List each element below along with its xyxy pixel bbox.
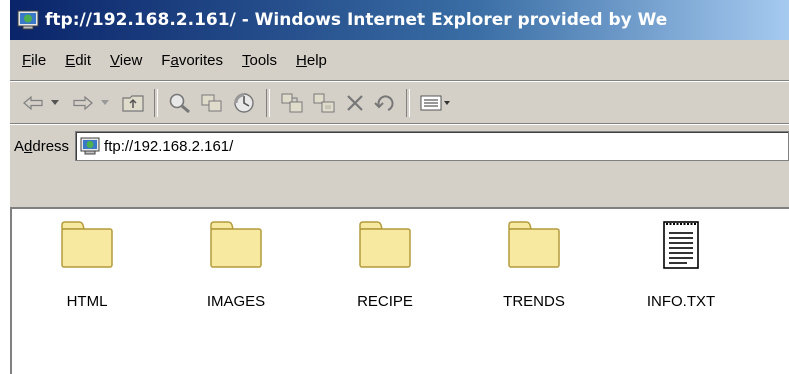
back-dropdown-icon — [51, 100, 59, 105]
title-bar[interactable]: ftp://192.168.2.161/ - Windows Internet … — [10, 0, 789, 40]
text-file-icon — [663, 221, 699, 269]
menu-edit[interactable]: Edit — [65, 52, 91, 69]
menu-help[interactable]: Help — [296, 52, 327, 69]
forward-icon — [73, 95, 93, 111]
folder-item-recipe[interactable]: RECIPE — [330, 219, 440, 310]
back-icon — [23, 95, 43, 111]
forward-dropdown[interactable] — [98, 88, 112, 118]
file-name: RECIPE — [357, 293, 413, 310]
undo-button[interactable] — [370, 88, 400, 118]
toolbar-separator — [406, 89, 410, 117]
move-to-button[interactable] — [276, 88, 308, 118]
back-dropdown[interactable] — [48, 88, 62, 118]
menu-file[interactable]: File — [22, 52, 46, 69]
address-input[interactable]: ftp://192.168.2.161/ — [75, 131, 789, 161]
folders-button[interactable] — [196, 88, 228, 118]
file-name: HTML — [66, 293, 108, 310]
back-button[interactable] — [18, 88, 48, 118]
folder-item-images[interactable]: IMAGES — [181, 219, 291, 310]
browser-chrome: File Edit View Favorites Tools Help Addr… — [10, 40, 789, 207]
folder-icon — [359, 221, 411, 268]
folder-icon — [210, 221, 262, 268]
folder-icon — [508, 221, 560, 268]
search-button[interactable] — [164, 88, 196, 118]
views-icon — [420, 95, 450, 111]
file-name: TRENDS — [503, 293, 565, 310]
address-bar: Address ftp://192.168.2.161/ — [10, 127, 789, 165]
standard-toolbar — [10, 83, 789, 124]
delete-button[interactable] — [340, 88, 370, 118]
toolbar-separator — [154, 89, 158, 117]
forward-button[interactable] — [68, 88, 98, 118]
ie-ftp-page-icon — [17, 10, 39, 30]
folders-icon — [201, 94, 222, 112]
file-listing: HTML IMAGES RECIPE TRENDS INFO.TXT — [10, 207, 789, 374]
up-folder-button[interactable] — [118, 88, 148, 118]
address-label: Address — [14, 137, 70, 155]
move-to-icon — [281, 93, 303, 113]
copy-to-button[interactable] — [308, 88, 340, 118]
menu-bar: File Edit View Favorites Tools Help — [10, 40, 789, 81]
folder-item-trends[interactable]: TRENDS — [479, 219, 589, 310]
address-value: ftp://192.168.2.161/ — [104, 137, 234, 155]
delete-icon — [347, 95, 363, 111]
search-icon — [169, 93, 190, 114]
copy-to-icon — [313, 93, 335, 113]
file-item-info-txt[interactable]: INFO.TXT — [626, 219, 736, 310]
file-name: IMAGES — [206, 293, 266, 310]
window-title: ftp://192.168.2.161/ - Windows Internet … — [45, 10, 668, 30]
menu-view[interactable]: View — [110, 52, 142, 69]
folder-item-html[interactable]: HTML — [32, 219, 142, 310]
up-folder-icon — [122, 95, 144, 112]
menu-favorites[interactable]: Favorites — [161, 52, 223, 69]
views-button[interactable] — [416, 88, 456, 118]
file-name: INFO.TXT — [646, 293, 716, 310]
toolbar-separator — [266, 89, 270, 117]
folder-icon — [61, 221, 113, 268]
history-button[interactable] — [228, 88, 260, 118]
forward-dropdown-icon — [101, 100, 109, 105]
undo-icon — [374, 95, 394, 111]
menu-tools[interactable]: Tools — [242, 52, 277, 69]
ftp-page-icon — [80, 137, 100, 155]
history-icon — [234, 93, 254, 113]
